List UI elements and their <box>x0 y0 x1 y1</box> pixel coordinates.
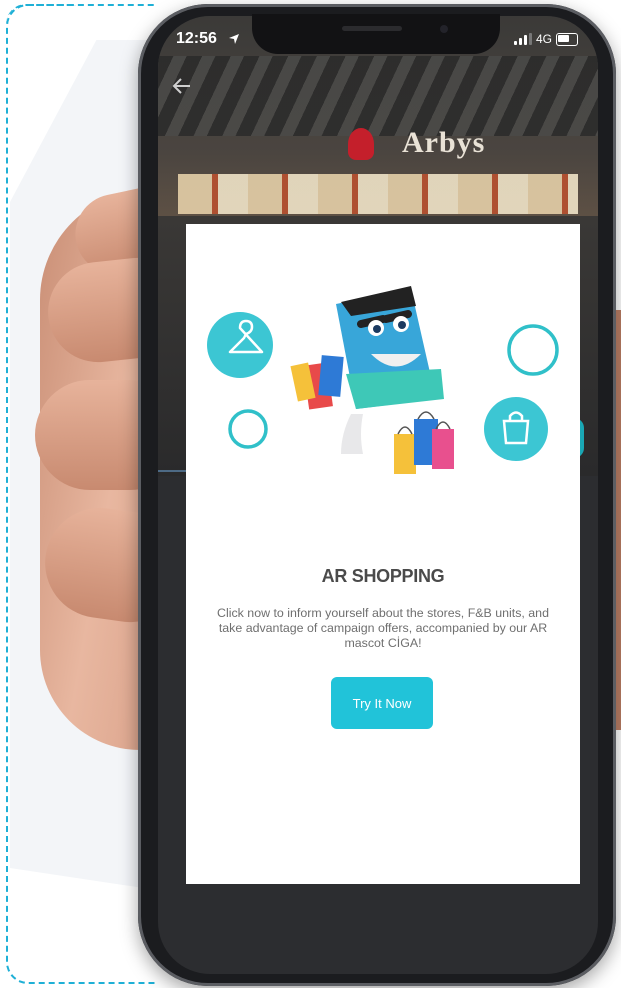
ring-icon <box>507 324 559 376</box>
mascot-illustration <box>290 286 454 474</box>
status-bar: 12:56 4G <box>176 30 586 54</box>
shopping-bag-icon <box>484 397 548 461</box>
modal-title: AR SHOPPING <box>321 566 445 586</box>
store-ceiling <box>158 56 598 136</box>
status-time: 12:56 <box>176 30 217 47</box>
divider-line <box>158 470 186 472</box>
signal-icon <box>513 33 532 45</box>
hanger-icon <box>207 312 273 378</box>
battery-icon <box>556 32 578 46</box>
modal-description: Click now to inform yourself about the s… <box>217 606 549 650</box>
ar-shopping-illustration <box>207 286 559 474</box>
arbys-logo <box>348 128 374 160</box>
status-indicators: 4G <box>513 32 578 46</box>
menu-board <box>178 174 578 214</box>
back-arrow-icon[interactable] <box>172 74 192 102</box>
ring-icon <box>228 409 268 449</box>
try-it-now-button[interactable]: Try It Now <box>331 677 433 729</box>
network-type: 4G <box>535 32 552 46</box>
ar-shopping-modal: AR SHOPPING Click now to inform yourself… <box>186 224 580 884</box>
store-sign: Arbys <box>402 126 486 159</box>
location-arrow-icon <box>228 32 240 50</box>
